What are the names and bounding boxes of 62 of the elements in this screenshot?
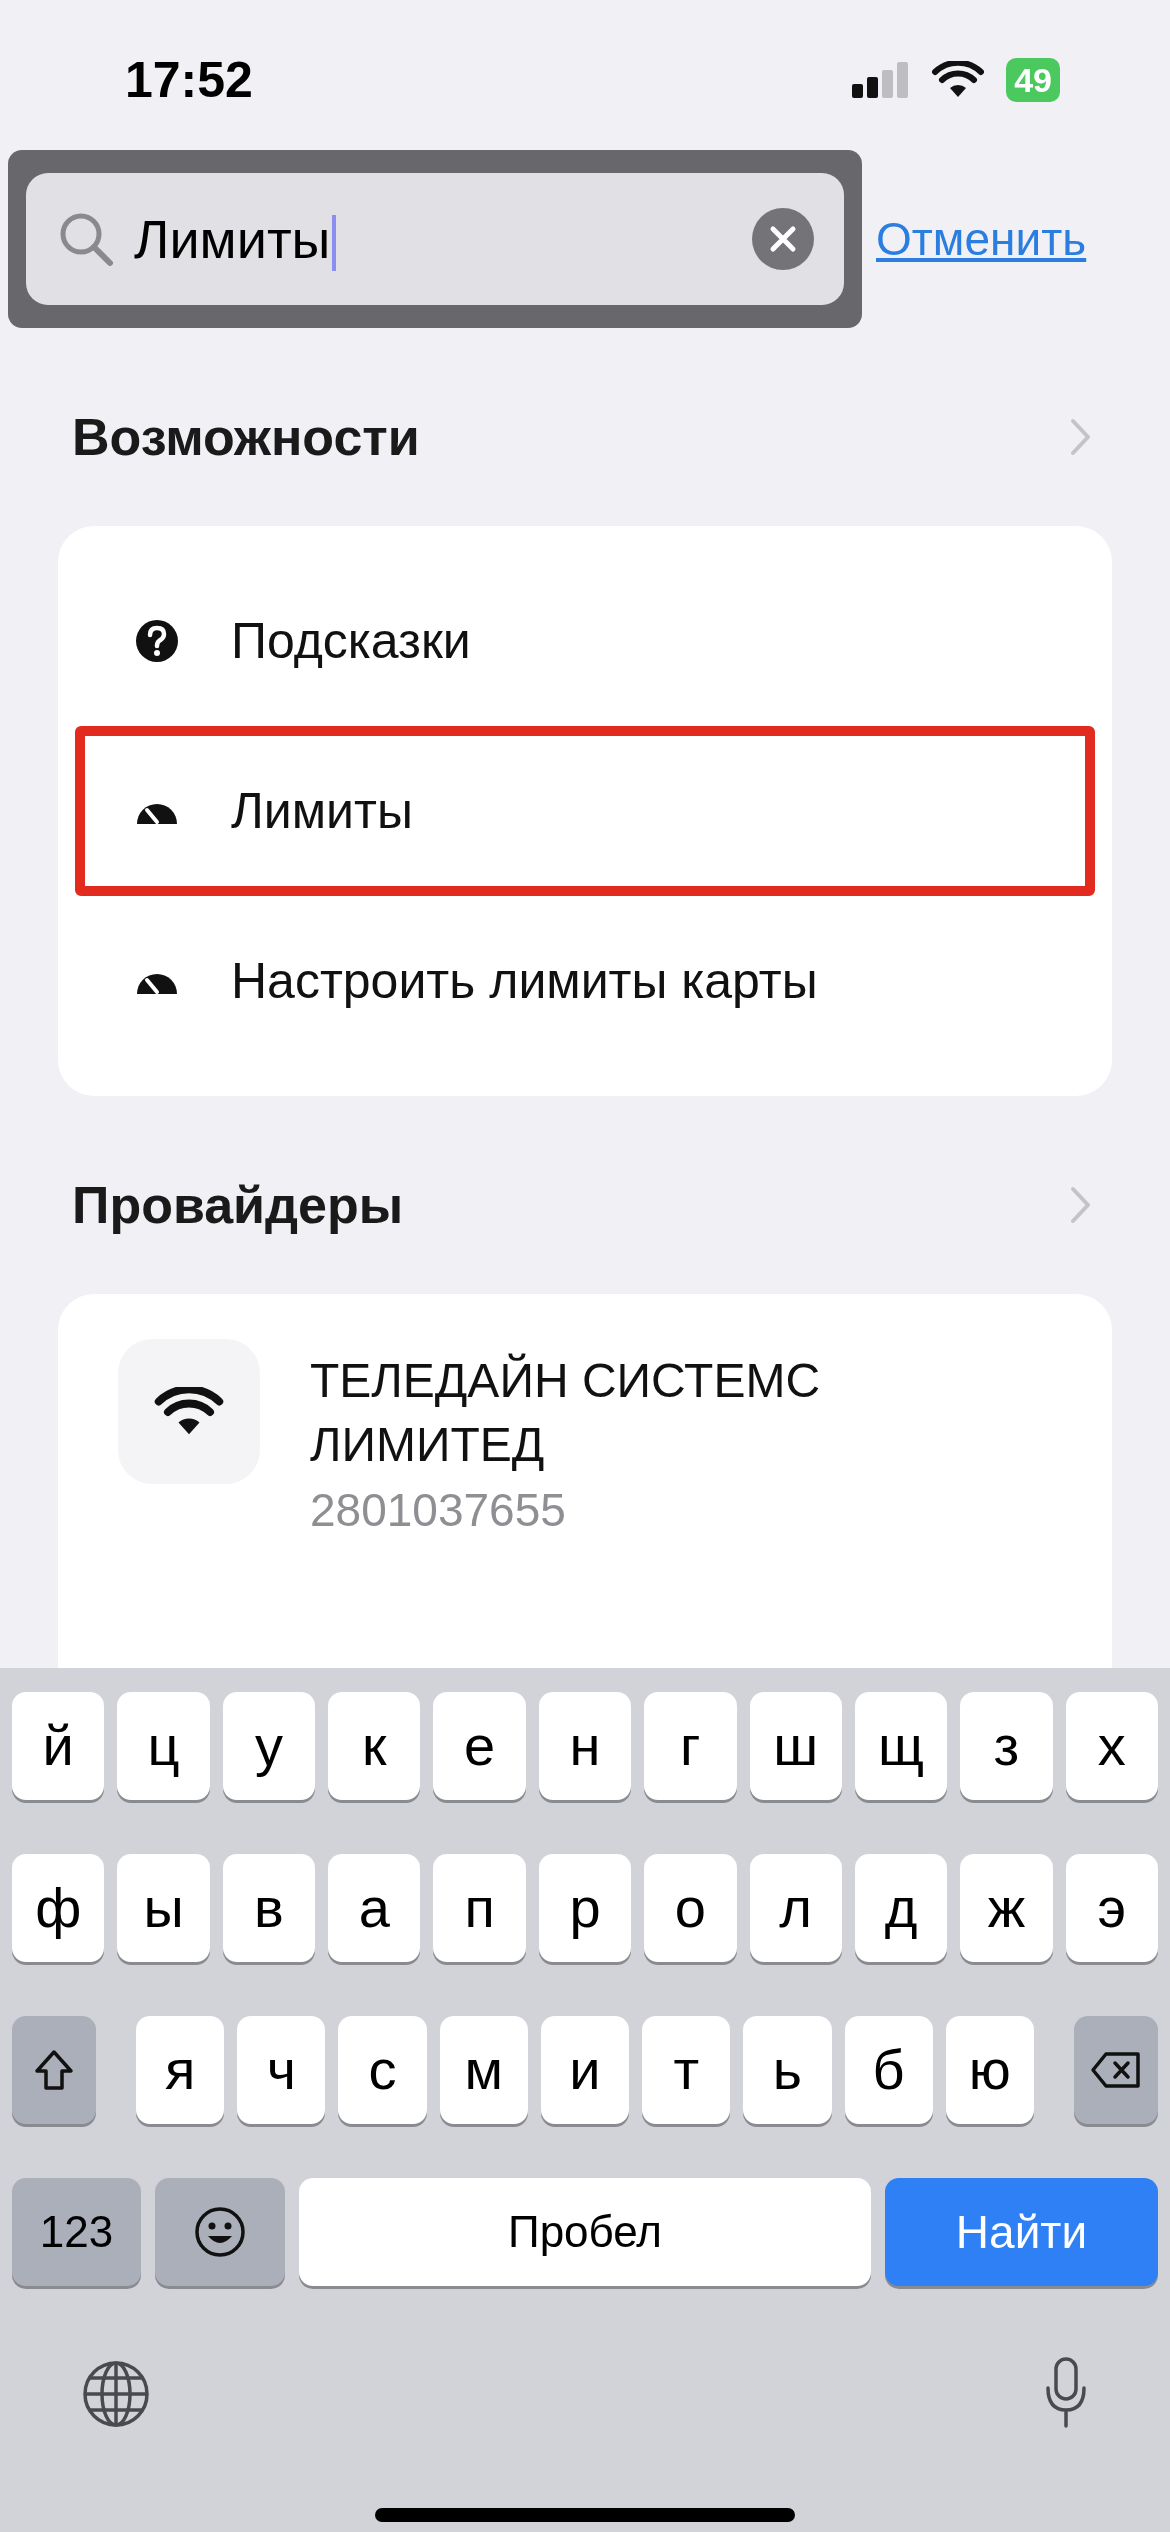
keyboard-key[interactable]: с: [338, 2016, 427, 2124]
keyboard-key[interactable]: й: [12, 1692, 105, 1800]
menu-row-label: Лимиты: [231, 781, 413, 841]
signal-icon: [852, 62, 911, 98]
keyboard-key[interactable]: э: [1065, 1854, 1158, 1962]
menu-row[interactable]: Подсказки: [75, 556, 1095, 726]
keyboard-key[interactable]: ц: [117, 1692, 210, 1800]
status-time: 17:52: [125, 50, 253, 110]
keyboard-key[interactable]: щ: [854, 1692, 948, 1800]
search-field[interactable]: Лимиты: [26, 173, 844, 305]
backspace-icon: [1089, 2051, 1142, 2089]
section-title: Возможности: [72, 407, 420, 468]
keyboard-key[interactable]: ю: [945, 2016, 1034, 2124]
keyboard-key[interactable]: к: [328, 1692, 421, 1800]
emoji-key[interactable]: [155, 2178, 285, 2286]
menu-row[interactable]: Настроить лимиты карты: [75, 896, 1095, 1066]
provider-name: ТЕЛЕДАЙН СИСТЕМС ЛИМИТЕД: [310, 1352, 822, 1473]
battery-indicator: 49: [1006, 58, 1060, 102]
keyboard-key[interactable]: н: [538, 1692, 632, 1800]
keyboard-key[interactable]: е: [433, 1692, 526, 1800]
keyboard-key[interactable]: я: [136, 2016, 225, 2124]
keyboard-key[interactable]: п: [433, 1854, 526, 1962]
keyboard-key[interactable]: ы: [117, 1854, 210, 1962]
menu-row-label: Подсказки: [231, 611, 471, 671]
keyboard-key[interactable]: т: [642, 2016, 731, 2124]
keyboard-key[interactable]: у: [222, 1692, 316, 1800]
provider-number: 2801037655: [310, 1483, 567, 1538]
smiley-icon: [194, 2206, 246, 2258]
shift-arrow-icon: [34, 2049, 74, 2091]
wifi-icon: [154, 1386, 224, 1437]
keyboard-key[interactable]: Пробел: [299, 2178, 871, 2286]
keyboard-key[interactable]: б: [844, 2016, 933, 2124]
keyboard-key[interactable]: ж: [960, 1854, 1053, 1962]
cancel-link[interactable]: Отменить: [876, 204, 1087, 274]
menu-row-label: Настроить лимиты карты: [231, 951, 818, 1011]
menu-row[interactable]: Лимиты: [75, 726, 1095, 896]
shift-key[interactable]: [12, 2016, 96, 2124]
keyboard-key[interactable]: г: [644, 1692, 737, 1800]
question-mark-icon: [135, 619, 179, 663]
keyboard-key[interactable]: и: [540, 2016, 630, 2124]
delete-key[interactable]: [1073, 2016, 1158, 2124]
keyboard-key[interactable]: 123: [12, 2178, 141, 2286]
keyboard-key[interactable]: о: [644, 1854, 737, 1962]
wifi-icon: [932, 61, 985, 99]
keyboard-key[interactable]: х: [1065, 1692, 1158, 1800]
globe-icon[interactable]: [82, 2360, 150, 2428]
keyboard-key[interactable]: р: [538, 1854, 632, 1962]
keyboard-key[interactable]: а: [328, 1854, 421, 1962]
chevron-right-icon: [1070, 1186, 1092, 1224]
keyboard-key[interactable]: м: [439, 2016, 528, 2124]
keyboard-key[interactable]: ф: [12, 1854, 105, 1962]
keyboard-key[interactable]: ч: [237, 2016, 326, 2124]
keyboard-key[interactable]: л: [749, 1854, 842, 1962]
keyboard-key[interactable]: Найти: [885, 2178, 1158, 2286]
keyboard-key[interactable]: д: [854, 1854, 948, 1962]
keyboard-key[interactable]: з: [960, 1692, 1053, 1800]
keyboard-key[interactable]: в: [222, 1854, 316, 1962]
keyboard-key[interactable]: ш: [749, 1692, 842, 1800]
chevron-right-icon: [1070, 418, 1092, 456]
keyboard-key[interactable]: ь: [743, 2016, 832, 2124]
clear-icon[interactable]: [752, 208, 814, 270]
section-title: Провайдеры: [72, 1175, 404, 1236]
